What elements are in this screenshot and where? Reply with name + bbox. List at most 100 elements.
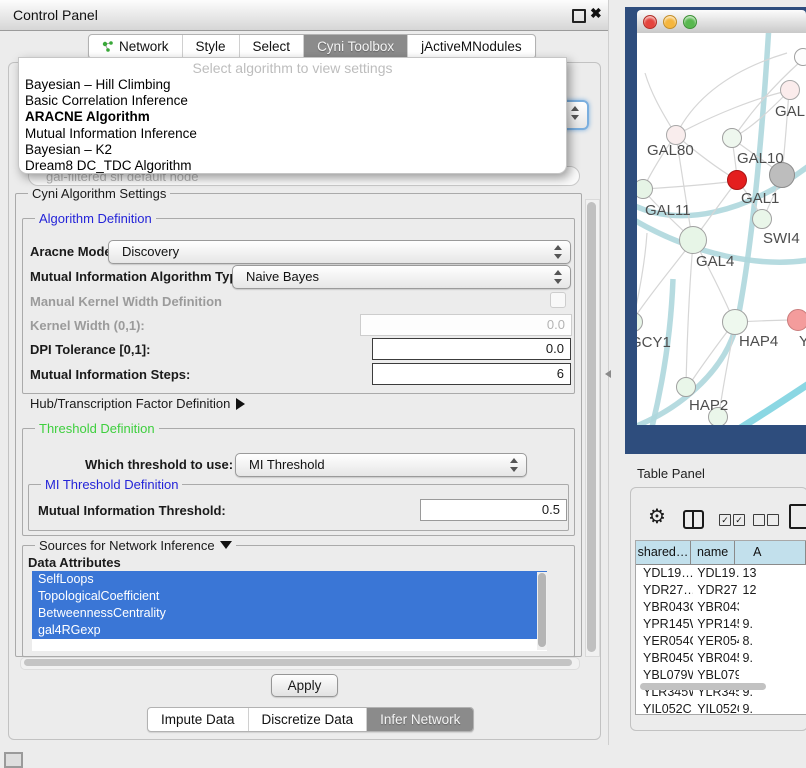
table-row[interactable]: YDL19…YDL19…13 [636, 565, 806, 582]
algorithm-option[interactable]: Dream8 DC_TDC Algorithm [19, 158, 566, 174]
sources-group-title[interactable]: Sources for Network Inference [35, 538, 236, 553]
node-label: GAL10 [737, 150, 784, 167]
select-all-checkbox-icon[interactable]: ✓ [733, 514, 745, 526]
network-node[interactable] [679, 226, 707, 254]
tab-discretize-data[interactable]: Discretize Data [248, 708, 367, 731]
group-title: Algorithm Definition [35, 211, 156, 226]
node-label: HAP4 [739, 333, 778, 350]
table-row[interactable]: YDR27…YDR27…12 [636, 582, 806, 599]
algorithm-option[interactable]: Bayesian – K2 [19, 142, 566, 158]
group-title: Threshold Definition [35, 421, 159, 436]
table-cell: YBR043C [693, 599, 738, 616]
sources-title-label: Sources for Network Inference [39, 538, 215, 553]
table-row[interactable]: YER054CYER054C8. [636, 633, 806, 650]
network-node[interactable] [780, 80, 800, 100]
tab-cyni-toolbox[interactable]: Cyni Toolbox [303, 35, 407, 58]
which-threshold-combobox[interactable]: MI Threshold [235, 453, 527, 477]
hub-definition-label: Hub/Transcription Factor Definition [30, 396, 230, 411]
table-row[interactable]: YPR145WYPR145W9. [636, 616, 806, 633]
table-panel: ⚙ ✓ ✓ shared…nameA YDL19…YDL19…13YDR27…Y… [630, 487, 806, 731]
settings-vertical-scrollbar[interactable] [585, 199, 600, 657]
settings-horizontal-scrollbar[interactable] [20, 657, 580, 670]
node-label: GAL80 [647, 142, 694, 159]
algorithm-option[interactable]: Mutual Information Inference [19, 126, 566, 142]
kernel-width-field[interactable]: 0.0 [360, 314, 572, 336]
apply-button[interactable]: Apply [271, 674, 338, 697]
algorithm-dropdown-list: Select algorithm to view settings Bayesi… [18, 57, 567, 174]
deselect-all-checkbox-icon[interactable] [767, 514, 779, 526]
network-node[interactable] [676, 377, 696, 397]
close-traffic-light-icon[interactable] [643, 15, 657, 29]
table-cell: YIL052C [693, 701, 738, 715]
hub-definition-toggle[interactable]: Hub/Transcription Factor Definition [30, 396, 245, 411]
columns-icon[interactable] [683, 510, 704, 529]
dpi-tolerance-label: DPI Tolerance [0,1]: [30, 342, 150, 357]
data-attribute-item[interactable]: SelfLoops [32, 571, 547, 588]
kernel-width-label: Kernel Width (0,1): [30, 318, 145, 333]
algorithm-option[interactable]: ARACNE Algorithm [19, 109, 566, 125]
node-label: GAL [775, 103, 805, 120]
gear-icon[interactable]: ⚙ [648, 507, 666, 527]
mi-steps-label: Mutual Information Steps: [30, 367, 190, 382]
network-node[interactable] [722, 309, 748, 335]
combobox-value: Naive Bayes [246, 269, 319, 284]
network-node[interactable] [787, 309, 806, 331]
group-title: MI Threshold Definition [41, 477, 182, 492]
network-node[interactable] [727, 170, 747, 190]
aracne-mode-label: Aracne Mode: [30, 244, 116, 259]
table-cell: YBR045C [693, 650, 738, 667]
data-attribute-item[interactable]: BetweennessCentrality [32, 605, 547, 622]
table-row[interactable]: YBR043CYBR043C [636, 599, 806, 616]
node-label: GCY1 [637, 334, 671, 351]
mi-steps-field[interactable]: 6 [372, 363, 571, 385]
node-label: HAP2 [689, 397, 728, 414]
column-header[interactable]: shared… [636, 541, 691, 564]
export-table-icon[interactable] [789, 504, 806, 529]
select-all-checkbox-icon[interactable]: ✓ [719, 514, 731, 526]
table-cell: YER054C [636, 633, 693, 650]
table-row[interactable]: YBR045CYBR045C9. [636, 650, 806, 667]
table-cell: YBR043C [636, 599, 693, 616]
table-cell: 12 [739, 582, 806, 599]
column-header[interactable]: name [691, 541, 735, 564]
network-node[interactable] [752, 209, 772, 229]
list-scrollbar[interactable] [537, 572, 547, 650]
deselect-all-checkbox-icon[interactable] [753, 514, 765, 526]
minimize-traffic-light-icon[interactable] [663, 15, 677, 29]
tab-infer-network[interactable]: Infer Network [366, 708, 473, 731]
data-attribute-item[interactable]: TopologicalCoefficient [32, 588, 547, 605]
close-icon[interactable]: ✖ [590, 5, 602, 22]
float-window-icon[interactable] [572, 9, 586, 23]
table-cell: 13 [739, 565, 806, 582]
tab-network[interactable]: Network [89, 35, 182, 58]
expand-arrow-icon [236, 398, 245, 410]
manual-kernel-checkbox[interactable] [550, 292, 566, 308]
minimized-panel-icon[interactable] [4, 752, 23, 768]
mi-algorithm-type-combobox[interactable]: Naive Bayes [232, 265, 571, 289]
table-row[interactable]: YIL052CYIL052C9. [636, 701, 806, 715]
tab-label: Select [253, 39, 291, 54]
mi-threshold-field[interactable]: 0.5 [420, 499, 567, 521]
column-header[interactable]: A [735, 541, 806, 564]
table-cell: YDR27… [636, 582, 693, 599]
tab-style[interactable]: Style [182, 35, 239, 58]
aracne-mode-combobox[interactable]: Discovery [108, 240, 571, 264]
node-label: Y [799, 333, 806, 350]
combobox-arrows-icon [554, 270, 562, 284]
network-node[interactable] [794, 48, 806, 66]
node-label: GAL11 [645, 202, 691, 219]
data-attribute-item[interactable]: gal4RGexp [32, 622, 547, 639]
zoom-traffic-light-icon[interactable] [683, 15, 697, 29]
algorithm-option[interactable]: Bayesian – Hill Climbing [19, 77, 566, 93]
tab-select[interactable]: Select [239, 35, 304, 58]
network-canvas[interactable]: GALGAL80GAL10GAL1GAL11SWI4GAL4GCY1HAP4YH… [637, 33, 806, 425]
algorithm-option[interactable]: Basic Correlation Inference [19, 93, 566, 109]
data-attributes-label: Data Attributes [28, 555, 121, 570]
tab-label: Cyni Toolbox [317, 39, 394, 54]
tab-impute-data[interactable]: Impute Data [148, 708, 248, 731]
network-node[interactable] [722, 128, 742, 148]
tab-jactivemnodules[interactable]: jActiveMNodules [407, 35, 535, 58]
table-horizontal-scrollbar[interactable] [638, 682, 802, 691]
panel-splitter-handle[interactable] [605, 370, 611, 378]
dpi-tolerance-field[interactable]: 0.0 [372, 338, 571, 360]
